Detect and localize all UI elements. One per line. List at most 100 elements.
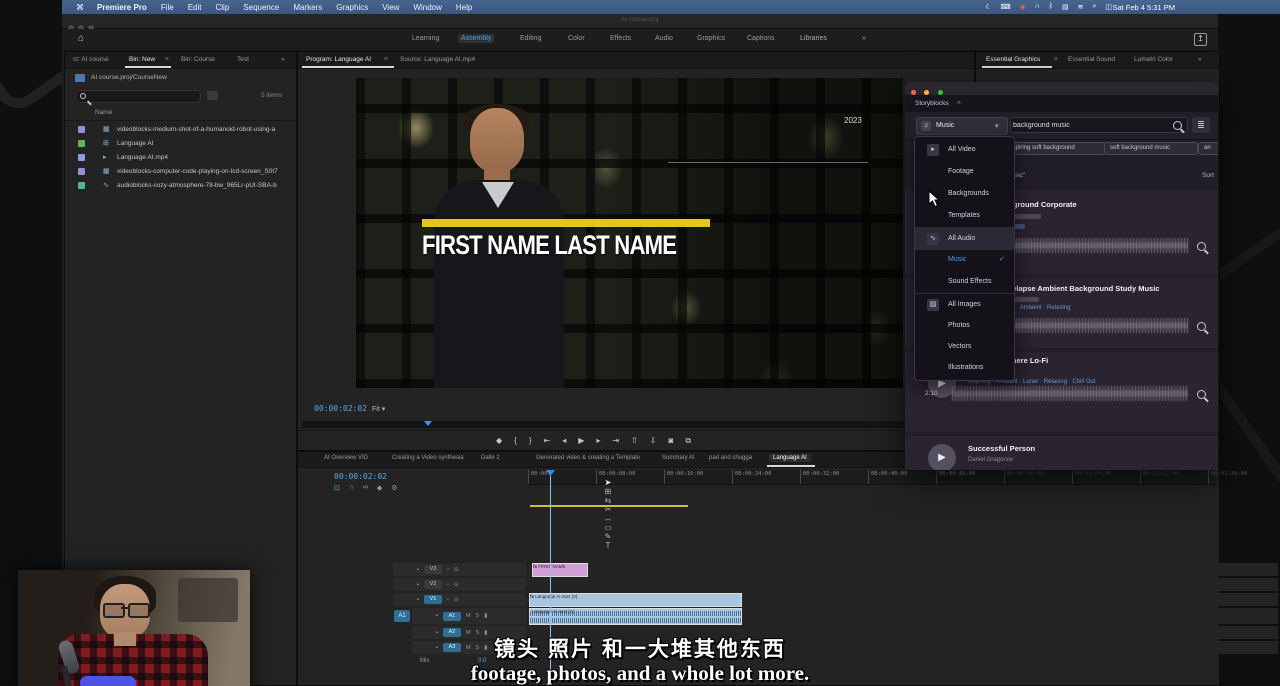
tab-program-monitor[interactable]: Program: Language AI xyxy=(306,56,371,63)
menu-sequence[interactable]: Sequence xyxy=(243,3,279,12)
wifi-icon[interactable]: ≋ xyxy=(1078,3,1084,11)
track-visibility-icon[interactable]: ⊙ xyxy=(454,567,459,573)
tab-captions[interactable]: Captions xyxy=(747,35,775,42)
file-name[interactable]: Language AI xyxy=(117,140,287,147)
project-search-input[interactable] xyxy=(75,90,201,103)
selection-tool[interactable]: ➤ xyxy=(597,478,619,487)
tab-lumetri-color[interactable]: Lumetri Color xyxy=(1134,56,1173,63)
track-button-v3[interactable]: V3 xyxy=(424,565,442,574)
share-icon[interactable]: ↥ xyxy=(1194,33,1207,46)
label-chip[interactable] xyxy=(78,154,85,161)
chip-suggestion[interactable]: soft background music xyxy=(1104,142,1198,155)
track-title[interactable]: Timelapse Ambient Background Study Music xyxy=(999,284,1159,293)
ripple-edit-tool[interactable]: ⇆ xyxy=(597,496,619,505)
mark-in-icon[interactable]: { xyxy=(514,436,517,446)
track-select-tool[interactable]: ⊞ xyxy=(597,487,619,496)
label-chip[interactable] xyxy=(78,140,85,147)
step-back-icon[interactable]: ◂ xyxy=(562,436,566,446)
storyblocks-panel-menu-icon[interactable]: ≡ xyxy=(957,100,961,107)
eg-panel-menu-icon[interactable]: ≡ xyxy=(1054,56,1058,63)
file-name[interactable]: Language AI.mp4 xyxy=(117,154,287,161)
file-name[interactable]: videoblocks-computer-code-playing-on-lcd… xyxy=(117,168,287,175)
track-header-v2[interactable]: ▪ V2 ▫ ⊙ xyxy=(393,578,526,591)
tab-essential-sound[interactable]: Essential Sound xyxy=(1068,56,1115,63)
sync-lock-icon[interactable]: ▫ xyxy=(447,567,449,573)
tab-assembly[interactable]: Assembly xyxy=(458,34,494,43)
menu-item-footage[interactable]: Footage xyxy=(915,161,1014,183)
add-marker-icon[interactable]: ◆ xyxy=(496,436,502,446)
lock-icon[interactable]: ▪ xyxy=(417,567,419,573)
file-name[interactable]: videoblocks-medium-shot-of-a-humanoid-ro… xyxy=(117,126,287,133)
rect-tool[interactable]: ▭ xyxy=(597,523,619,532)
record-icon[interactable]: ◉ xyxy=(1020,3,1026,11)
tab-test[interactable]: Test xyxy=(237,56,249,63)
tab-audio[interactable]: Audio xyxy=(655,35,673,42)
find-similar-icon[interactable] xyxy=(1197,390,1206,399)
pen-tool[interactable]: ✎ xyxy=(597,532,619,541)
go-to-out-icon[interactable]: ⇥ xyxy=(612,436,619,446)
tab-sequence[interactable]: Summary AI xyxy=(662,455,695,461)
menu-item-photos[interactable]: Photos xyxy=(915,315,1014,337)
label-chip[interactable] xyxy=(78,126,85,133)
menu-view[interactable]: View xyxy=(382,3,399,12)
home-icon[interactable]: ⌂ xyxy=(78,33,84,44)
step-forward-icon[interactable]: ▸ xyxy=(596,436,600,446)
table-row[interactable]: ▸ Language AI.mp4 xyxy=(65,151,296,165)
menu-file[interactable]: File xyxy=(161,3,174,12)
audio-clip[interactable]: Language AI.mp4 [A] xyxy=(530,609,741,624)
track-visibility-icon[interactable]: ⊙ xyxy=(454,597,459,603)
do-not-disturb-icon[interactable]: ☾ xyxy=(985,3,991,11)
chip-suggestion[interactable]: inspiring soft background xyxy=(1002,142,1106,155)
tab-bin-new[interactable]: Bin: New xyxy=(129,56,155,63)
bin-new-panel-menu-icon[interactable]: ≡ xyxy=(165,56,169,63)
comparison-view-icon[interactable]: ⧉ xyxy=(685,436,691,446)
lock-icon[interactable]: ▪ xyxy=(417,582,419,588)
program-timecode[interactable]: 00:00:02:02 xyxy=(314,404,367,413)
table-row[interactable]: ▦ videoblocks-computer-code-playing-on-l… xyxy=(65,165,296,179)
menu-item-all-images[interactable]: ▨ All Images xyxy=(915,293,1014,316)
type-tool[interactable]: T xyxy=(597,541,619,550)
tab-sequence[interactable]: Creating a Video synthesia xyxy=(392,455,464,461)
storyblocks-search-input[interactable] xyxy=(1010,117,1188,133)
menu-window[interactable]: Window xyxy=(413,3,441,12)
extract-icon[interactable]: ⇩ xyxy=(650,436,657,446)
tab-sequence-active[interactable]: Language AI xyxy=(769,454,811,462)
scrubber-playhead[interactable] xyxy=(424,421,432,426)
find-similar-icon[interactable] xyxy=(1197,322,1206,331)
column-header-name[interactable]: Name xyxy=(95,109,112,116)
program-scrubber[interactable] xyxy=(302,421,968,428)
menu-clip[interactable]: Clip xyxy=(216,3,230,12)
voiceover-record-icon[interactable]: ▮ xyxy=(484,613,487,619)
go-to-in-icon[interactable]: ⇤ xyxy=(544,436,551,446)
track-header-v3[interactable]: ▪ V3 ▫ ⊙ xyxy=(393,563,526,576)
sort-dropdown[interactable]: Sort xyxy=(1202,172,1214,179)
keyboard-icon[interactable]: ⌨ xyxy=(1001,3,1011,11)
menubar-clock[interactable]: Sat Feb 4 5:31 PM xyxy=(1112,3,1175,12)
tab-sequence[interactable]: Dalle 2 xyxy=(481,455,500,461)
marker-icon[interactable]: ◆ xyxy=(377,484,382,492)
menu-markers[interactable]: Markers xyxy=(293,3,322,12)
razor-tool[interactable]: ✂ xyxy=(597,505,619,514)
label-chip[interactable] xyxy=(78,168,85,175)
tab-learning[interactable]: Learning xyxy=(412,35,439,42)
table-row[interactable]: ∿ audioblocks-cozy-atmosphere-78-bw_965L… xyxy=(65,179,296,193)
tab-effects[interactable]: Effects xyxy=(610,35,631,42)
timeline-timecode[interactable]: 00:00:02:02 xyxy=(334,472,387,481)
play-button[interactable]: ▶ xyxy=(578,436,584,446)
track-artist[interactable]: Daniel Gragonov xyxy=(968,457,1013,463)
tab-project-ai-course[interactable]: ct: AI course xyxy=(73,56,109,63)
media-type-dropdown[interactable]: ♫ Music ▾ xyxy=(916,117,1008,135)
tab-libraries[interactable]: Libraries xyxy=(800,35,827,42)
track-title[interactable]: Successful Person xyxy=(968,444,1035,453)
mark-out-icon[interactable]: } xyxy=(529,436,532,446)
track-button-a1[interactable]: A1 xyxy=(443,612,461,621)
tab-sequence[interactable]: pad and chugga xyxy=(709,455,752,461)
lift-icon[interactable]: ⇧ xyxy=(631,436,638,446)
zoom-level-dropdown[interactable]: Fit ▾ xyxy=(372,405,385,413)
storyblocks-titlebar[interactable] xyxy=(905,82,1218,95)
chip-suggestion[interactable]: an xyxy=(1198,142,1218,155)
label-chip[interactable] xyxy=(78,182,85,189)
source-patch-a1[interactable]: A1 xyxy=(394,610,410,622)
track-lane-v3[interactable] xyxy=(528,563,1278,576)
export-frame-icon[interactable]: ◙ xyxy=(669,436,674,446)
